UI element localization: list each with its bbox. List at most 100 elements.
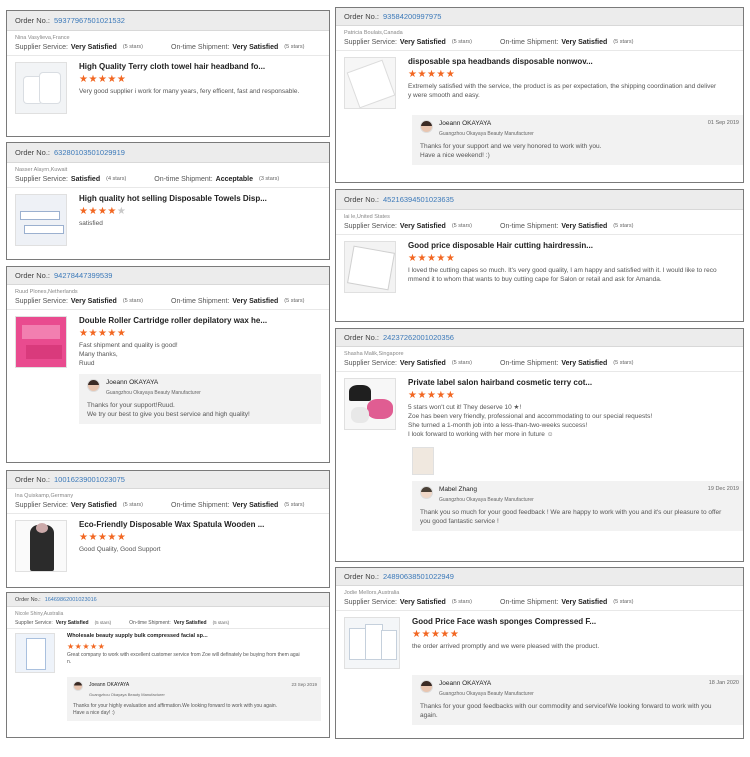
star-icon: ★	[440, 629, 450, 640]
review-attachment-image[interactable]	[412, 447, 434, 475]
order-number-link[interactable]: 94278447399539	[54, 271, 112, 280]
star-icon: ★	[417, 253, 427, 264]
order-number-link[interactable]: 24237262001020356	[383, 333, 454, 342]
product-thumbnail[interactable]	[344, 617, 400, 669]
service-ratings: Supplier Service: Very Satisfied (5 stars)…	[344, 360, 634, 367]
reply-company: Guangzhou Okayaya Beauty Manufacturer	[106, 390, 201, 396]
star-icon: ★	[421, 629, 431, 640]
service-ratings: Supplier Service: Very Satisfied (5 stars)…	[15, 298, 305, 305]
star-icon: ★	[88, 532, 98, 543]
product-thumbnail[interactable]	[15, 633, 55, 673]
order-number-link[interactable]: 63280103501029919	[54, 148, 125, 157]
reply-text: Thanks for your support and we very hono…	[420, 143, 602, 159]
product-title-link[interactable]: disposable spa headbands disposable nonw…	[408, 57, 735, 66]
star-icon: ★	[88, 206, 98, 217]
star-icon: ★	[107, 328, 117, 339]
order-number-link[interactable]: 10016239001023075	[54, 475, 125, 484]
order-number-link[interactable]: 59377967501021532	[54, 16, 125, 25]
customer-name: Nasser Alayrn,Kuwait	[15, 167, 68, 173]
supplier-reply: Joeann OKAYAYA Guangzhou Okayaya Beauty M…	[412, 115, 743, 165]
avatar	[73, 681, 83, 691]
product-title-link[interactable]: High Quality Terry cloth towel hair head…	[79, 62, 321, 71]
reply-author: Joeann OKAYAYA	[439, 680, 492, 687]
review-comment: Great company to work with excellent cus…	[67, 652, 300, 665]
review-comment: satisfied	[79, 220, 103, 227]
review-comment: Extremely satisfied with the service, th…	[408, 83, 717, 99]
product-title-link[interactable]: Eco-Friendly Disposable Wax Spatula Wood…	[79, 520, 321, 529]
star-icon: ★	[426, 69, 437, 80]
reply-company: Guangzhou Okayaya Beauty Manufacturer	[439, 691, 534, 697]
review-card: Order No.: 24237262001020356 Shasha Mali…	[335, 328, 744, 562]
supplier-reply: Joeann OKAYAYA Guangzhou Okayaya Beauty M…	[67, 677, 321, 721]
review-card: Order No.: 10016239001023075 Ina Quiskam…	[6, 470, 330, 588]
star-icon: ★	[426, 253, 437, 264]
star-rating: ★★★★★	[79, 327, 321, 341]
order-number-link[interactable]: 45216394501023635	[383, 195, 454, 204]
reply-company: Guangzhou Okayaya Beauty Manufacturer	[439, 497, 534, 503]
star-icon: ★	[116, 532, 127, 543]
star-icon: ★	[88, 328, 98, 339]
order-header: Order No.: 10016239001023075	[7, 471, 329, 489]
product-title-link[interactable]: Private label salon hairband cosmetic te…	[408, 378, 735, 387]
star-icon: ★	[67, 642, 75, 651]
review-card: Order No.: 59377967501021532 Nina Vasyli…	[6, 10, 330, 137]
review-comment: Very good supplier i work for many years…	[79, 88, 300, 95]
order-number-link[interactable]: 93584200997975	[383, 12, 441, 21]
reply-author: Joeann OKAYAYA	[89, 682, 130, 688]
star-rating: ★★★★★	[408, 68, 735, 82]
star-icon: ★	[426, 390, 437, 401]
star-rating: ★★★★★	[408, 252, 735, 266]
supplier-reply: Joeann OKAYAYA Guangzhou Okayaya Beauty M…	[412, 675, 743, 725]
star-rating: ★★★★★	[412, 628, 735, 642]
order-label: Order No.:	[15, 16, 51, 25]
star-icon: ★	[116, 74, 127, 85]
customer-name: lai le,United States	[344, 214, 390, 220]
star-rating: ★★★★★	[79, 205, 321, 219]
product-title-link[interactable]: Double Roller Cartridge roller depilator…	[79, 316, 321, 325]
product-title-link[interactable]: Wholesale beauty supply bulk compressed …	[67, 633, 321, 639]
star-icon: ★	[97, 532, 108, 543]
product-thumbnail[interactable]	[344, 241, 396, 293]
reply-author: Mabel Zhang	[439, 486, 477, 493]
reply-text: Thanks for your good feedbacks with our …	[420, 703, 712, 719]
order-header: Order No.: 16469862001023016	[7, 593, 329, 607]
order-number-link[interactable]: 16469862001023016	[45, 597, 97, 603]
star-icon: ★	[116, 328, 127, 339]
service-ratings: Supplier Service: Very Satisfied (5 stars)…	[15, 502, 305, 509]
reply-text: Thanks for your support!Ruud. We try our…	[87, 402, 250, 418]
product-thumbnail[interactable]	[15, 194, 67, 246]
star-icon: ★	[107, 532, 117, 543]
avatar	[420, 120, 433, 133]
star-icon: ★	[417, 69, 427, 80]
review-comment: 5 stars won't cut it! They deserve 10 ★!…	[408, 404, 653, 438]
star-icon: ★	[82, 642, 91, 651]
service-ratings: Supplier Service: Very Satisfied (5 stars)…	[15, 620, 230, 626]
reply-author: Joeann OKAYAYA	[106, 379, 159, 386]
service-ratings: Supplier Service: Very Satisfied (5 stars)…	[344, 39, 634, 46]
customer-name: Jodie Mellors,Australia	[344, 590, 400, 596]
product-thumbnail[interactable]	[15, 520, 67, 572]
star-icon: ★	[445, 253, 456, 264]
avatar	[420, 486, 433, 499]
star-icon: ★	[88, 74, 98, 85]
product-thumbnail[interactable]	[344, 378, 396, 430]
avatar	[87, 379, 100, 392]
product-title-link[interactable]: Good price disposable Hair cutting haird…	[408, 241, 735, 250]
star-icon: ★	[436, 390, 446, 401]
customer-name: Nicole Shiny,Australia	[15, 611, 64, 617]
service-ratings: Supplier Service: Very Satisfied (5 stars)…	[15, 44, 305, 51]
product-thumbnail[interactable]	[15, 62, 67, 114]
order-number-link[interactable]: 24890638501022949	[383, 572, 454, 581]
review-card: Order No.: 93584200997975 Patricia Boula…	[335, 7, 744, 183]
product-title-link[interactable]: Good Price Face wash sponges Compressed …	[412, 617, 735, 626]
star-icon: ★	[449, 629, 460, 640]
supplier-reply: Joeann OKAYAYA Guangzhou Okayaya Beauty M…	[79, 374, 321, 424]
review-comment: the order arrived promptly and we were p…	[412, 643, 600, 650]
product-title-link[interactable]: High quality hot selling Disposable Towe…	[79, 194, 321, 203]
product-thumbnail[interactable]	[15, 316, 67, 368]
product-thumbnail[interactable]	[344, 57, 396, 109]
reply-author: Joeann OKAYAYA	[439, 120, 492, 127]
star-icon: ★	[97, 642, 106, 651]
star-icon: ★	[436, 253, 446, 264]
star-icon: ★	[430, 629, 441, 640]
